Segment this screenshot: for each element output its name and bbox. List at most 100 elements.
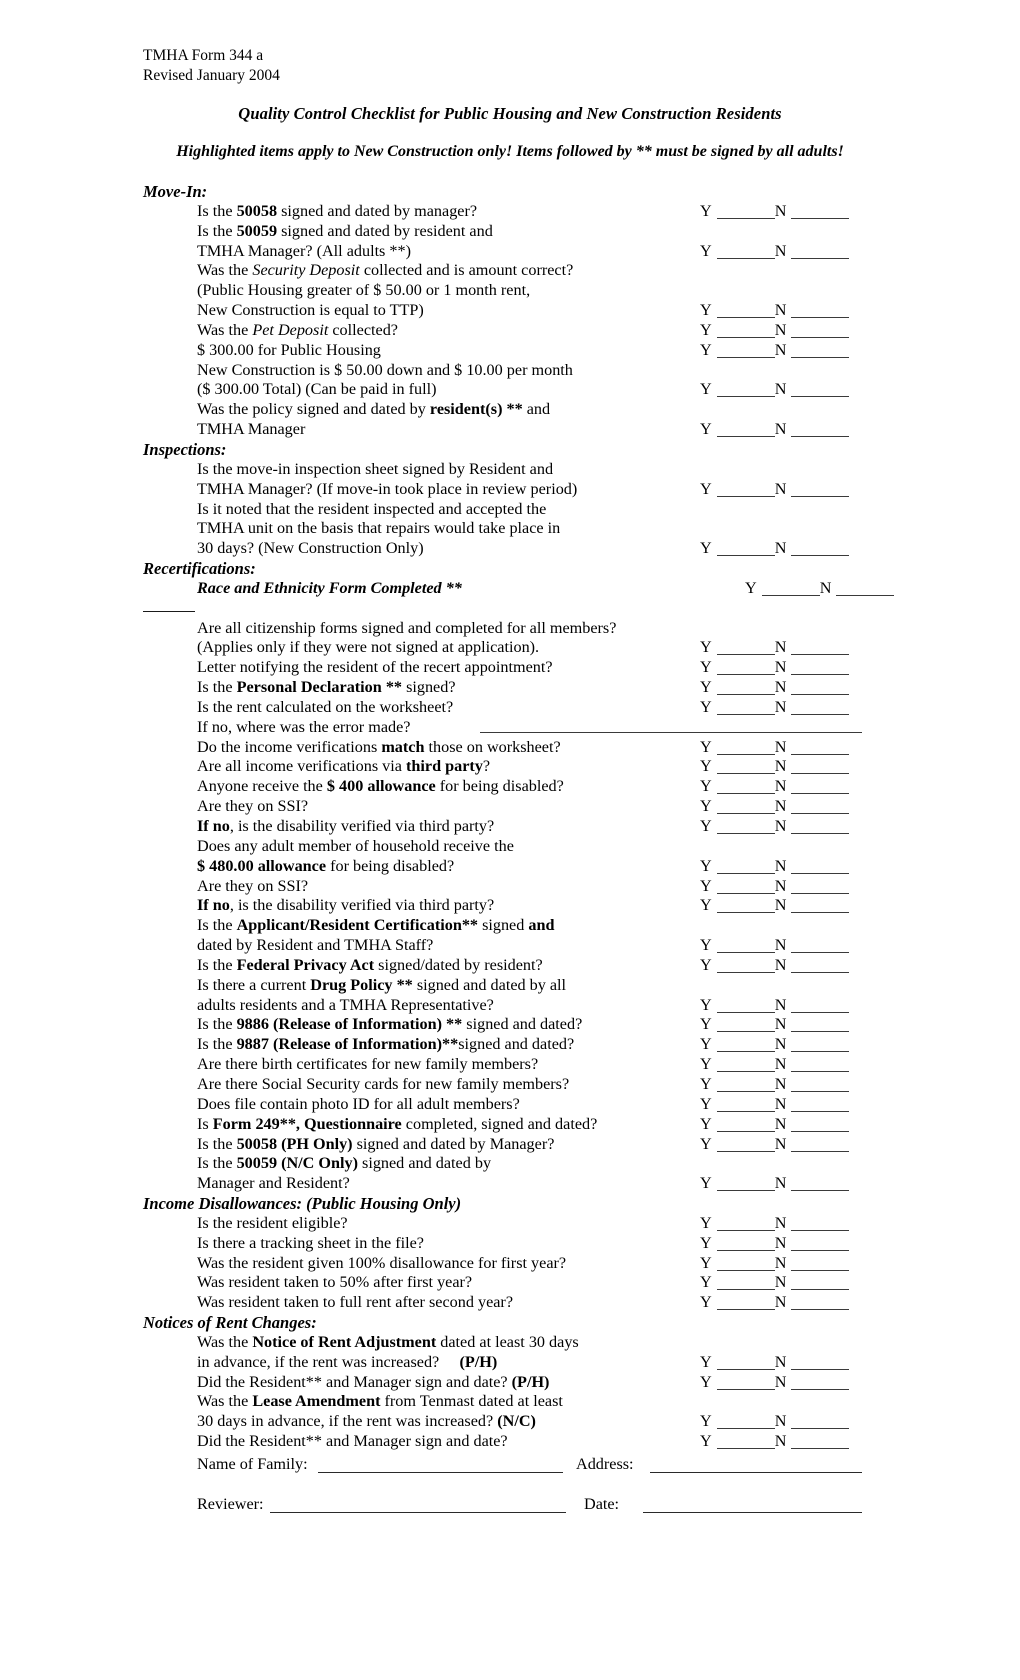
- yes-no-answer[interactable]: YN: [700, 817, 850, 837]
- answer-no-blank[interactable]: [791, 217, 850, 219]
- yes-no-answer[interactable]: YN: [745, 579, 895, 599]
- answer-no-blank[interactable]: [791, 773, 850, 775]
- answer-yes-blank[interactable]: [716, 1090, 775, 1092]
- answer-yes-blank[interactable]: [716, 694, 775, 696]
- answer-no-blank[interactable]: [791, 336, 850, 338]
- yes-no-answer[interactable]: YN: [700, 757, 850, 777]
- yes-no-answer[interactable]: YN: [700, 857, 850, 877]
- yes-no-answer[interactable]: YN: [700, 1174, 850, 1194]
- answer-no-blank[interactable]: [791, 356, 850, 358]
- answer-no-blank[interactable]: [791, 813, 850, 815]
- answer-yes-blank[interactable]: [716, 1031, 775, 1033]
- yes-no-answer[interactable]: YN: [700, 1055, 850, 1075]
- answer-yes-blank[interactable]: [716, 1269, 775, 1271]
- answer-no-blank[interactable]: [791, 892, 850, 894]
- answer-yes-blank[interactable]: [716, 793, 775, 795]
- answer-yes-blank[interactable]: [716, 753, 775, 755]
- yes-no-answer[interactable]: YN: [700, 1412, 850, 1432]
- answer-yes-blank[interactable]: [716, 1368, 775, 1370]
- yes-no-answer[interactable]: YN: [700, 1373, 850, 1393]
- answer-yes-blank[interactable]: [716, 713, 775, 715]
- answer-yes-blank[interactable]: [716, 1190, 775, 1192]
- answer-no-blank[interactable]: [791, 1428, 850, 1430]
- yes-no-answer[interactable]: YN: [700, 1095, 850, 1115]
- answer-no-blank[interactable]: [791, 1368, 850, 1370]
- yes-no-answer[interactable]: YN: [700, 321, 850, 341]
- answer-no-blank[interactable]: [791, 257, 850, 259]
- answer-no-blank[interactable]: [791, 971, 850, 973]
- answer-no-blank[interactable]: [791, 1071, 850, 1073]
- answer-yes-blank[interactable]: [716, 1249, 775, 1251]
- yes-no-answer[interactable]: YN: [700, 1293, 850, 1313]
- yes-no-answer[interactable]: YN: [700, 877, 850, 897]
- answer-no-blank[interactable]: [791, 1289, 850, 1291]
- answer-no-blank[interactable]: [791, 674, 850, 676]
- yes-no-answer[interactable]: YN: [700, 1214, 850, 1234]
- answer-yes-blank[interactable]: [716, 1011, 775, 1013]
- answer-yes-blank[interactable]: [716, 396, 775, 398]
- race-ethnicity-continuation-blank[interactable]: [143, 610, 195, 612]
- yes-no-answer[interactable]: YN: [700, 1432, 850, 1452]
- yes-no-answer[interactable]: YN: [700, 896, 850, 916]
- yes-no-answer[interactable]: YN: [700, 638, 850, 658]
- answer-yes-blank[interactable]: [716, 436, 775, 438]
- yes-no-answer[interactable]: YN: [700, 777, 850, 797]
- yes-no-answer[interactable]: YN: [700, 1035, 850, 1055]
- answer-yes-blank[interactable]: [716, 1388, 775, 1390]
- yes-no-answer[interactable]: YN: [700, 1254, 850, 1274]
- answer-no-blank[interactable]: [791, 1249, 850, 1251]
- yes-no-answer[interactable]: YN: [700, 956, 850, 976]
- answer-yes-blank[interactable]: [716, 1229, 775, 1231]
- answer-yes-blank[interactable]: [716, 1428, 775, 1430]
- yes-no-answer[interactable]: YN: [700, 1273, 850, 1293]
- yes-no-answer[interactable]: YN: [700, 936, 850, 956]
- answer-yes-blank[interactable]: [716, 1150, 775, 1152]
- answer-yes-blank[interactable]: [716, 872, 775, 874]
- answer-no-blank[interactable]: [791, 1309, 850, 1311]
- yes-no-answer[interactable]: YN: [700, 698, 850, 718]
- answer-yes-blank[interactable]: [716, 674, 775, 676]
- answer-yes-blank[interactable]: [716, 1289, 775, 1291]
- yes-no-answer[interactable]: YN: [700, 341, 850, 361]
- yes-no-answer[interactable]: YN: [700, 1135, 850, 1155]
- answer-no-blank[interactable]: [791, 833, 850, 834]
- answer-no-blank[interactable]: [791, 1110, 850, 1112]
- answer-no-blank[interactable]: [791, 1011, 850, 1013]
- answer-yes-blank[interactable]: [761, 594, 820, 596]
- name-of-family-field[interactable]: [318, 1472, 563, 1473]
- answer-yes-blank[interactable]: [716, 892, 775, 894]
- answer-no-blank[interactable]: [791, 654, 850, 656]
- answer-yes-blank[interactable]: [716, 1130, 775, 1132]
- answer-yes-blank[interactable]: [716, 1309, 775, 1311]
- yes-no-answer[interactable]: YN: [700, 301, 850, 321]
- answer-no-blank[interactable]: [791, 952, 850, 954]
- answer-no-blank[interactable]: [791, 555, 850, 557]
- yes-no-answer[interactable]: YN: [700, 678, 850, 698]
- answer-yes-blank[interactable]: [716, 1448, 775, 1450]
- yes-no-answer[interactable]: YN: [700, 380, 850, 400]
- answer-yes-blank[interactable]: [716, 813, 775, 815]
- answer-no-blank[interactable]: [791, 396, 850, 398]
- answer-no-blank[interactable]: [791, 1051, 850, 1053]
- yes-no-answer[interactable]: YN: [700, 1353, 850, 1373]
- yes-no-answer[interactable]: YN: [700, 738, 850, 758]
- answer-no-blank[interactable]: [791, 436, 850, 438]
- answer-no-blank[interactable]: [791, 1269, 850, 1271]
- answer-yes-blank[interactable]: [716, 317, 775, 319]
- answer-no-blank[interactable]: [791, 912, 850, 914]
- answer-yes-blank[interactable]: [716, 257, 775, 259]
- answer-yes-blank[interactable]: [716, 356, 775, 358]
- answer-yes-blank[interactable]: [716, 833, 775, 834]
- answer-no-blank[interactable]: [791, 1190, 850, 1192]
- answer-yes-blank[interactable]: [716, 495, 775, 497]
- answer-no-blank[interactable]: [791, 1150, 850, 1152]
- yes-no-answer[interactable]: YN: [700, 1075, 850, 1095]
- yes-no-answer[interactable]: YN: [700, 420, 850, 440]
- answer-yes-blank[interactable]: [716, 952, 775, 954]
- answer-no-blank[interactable]: [791, 1388, 850, 1390]
- answer-yes-blank[interactable]: [716, 971, 775, 973]
- answer-no-blank[interactable]: [791, 1031, 850, 1033]
- yes-no-answer[interactable]: YN: [700, 1015, 850, 1035]
- yes-no-answer[interactable]: YN: [700, 658, 850, 678]
- error-location-field[interactable]: [480, 731, 862, 733]
